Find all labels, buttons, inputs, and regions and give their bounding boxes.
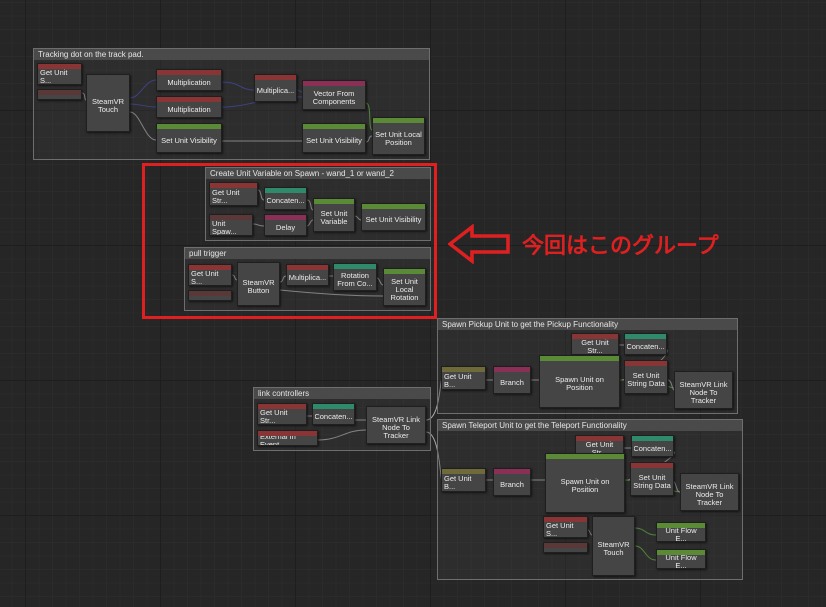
node-concatenate-3[interactable]: Concaten... bbox=[312, 403, 355, 425]
node-multiplication-1[interactable]: Multiplication bbox=[156, 69, 222, 91]
node-set-unit-string-data-1[interactable]: Set Unit String Data bbox=[624, 360, 668, 394]
node-label: SteamVR Link Node To Tracker bbox=[372, 414, 420, 440]
node-label: Get Unit Str... bbox=[260, 409, 288, 424]
node-steamvr-touch[interactable]: SteamVR Touch bbox=[86, 74, 130, 132]
left-arrow-icon bbox=[448, 224, 510, 264]
node-get-unit-string-1[interactable]: Get Unit S... bbox=[37, 63, 82, 85]
node-branch-1[interactable]: Branch bbox=[493, 366, 531, 394]
node-label: SteamVR Link Node To Tracker bbox=[679, 379, 728, 405]
annotation: 今回はこのグループ bbox=[448, 224, 719, 264]
group-title: link controllers bbox=[254, 388, 430, 399]
node-label: Concaten... bbox=[315, 411, 352, 421]
node-stub[interactable] bbox=[37, 89, 82, 100]
group-title: Spawn Pickup Unit to get the Pickup Func… bbox=[438, 319, 737, 330]
node-label: Get Unit S... bbox=[546, 522, 574, 537]
node-stub[interactable] bbox=[543, 542, 588, 553]
node-label: Get Unit B... bbox=[444, 372, 472, 389]
node-set-unit-visibility-1[interactable]: Set Unit Visibility bbox=[156, 123, 222, 153]
node-label: Set Unit Visibility bbox=[306, 135, 362, 145]
node-label: Multiplication bbox=[167, 77, 211, 87]
node-label: Branch bbox=[500, 479, 524, 489]
node-label: Spawn Unit on Position bbox=[560, 476, 610, 494]
node-steamvr-touch-2[interactable]: SteamVR Touch bbox=[592, 516, 635, 576]
graph-canvas[interactable]: Tracking dot on the track pad. Create Un… bbox=[0, 0, 826, 607]
node-set-unit-visibility-2[interactable]: Set Unit Visibility bbox=[302, 123, 366, 153]
node-label: Vector From Components bbox=[312, 88, 356, 106]
node-label: Set Unit Visibility bbox=[161, 135, 217, 145]
node-set-unit-local-position[interactable]: Set Unit Local Position bbox=[372, 117, 425, 155]
node-get-unit-string-7[interactable]: Get Unit S... bbox=[543, 516, 588, 538]
node-label: Unit Flow E... bbox=[665, 555, 697, 568]
node-steamvr-link-node-2[interactable]: SteamVR Link Node To Tracker bbox=[366, 406, 426, 444]
node-label: SteamVR Touch bbox=[597, 539, 630, 557]
node-set-unit-string-data-2[interactable]: Set Unit String Data bbox=[630, 462, 674, 496]
group-title: Spawn Teleport Unit to get the Teleport … bbox=[438, 420, 742, 431]
node-label: SteamVR Link Node To Tracker bbox=[685, 481, 734, 507]
node-steamvr-link-node-1[interactable]: SteamVR Link Node To Tracker bbox=[674, 371, 733, 409]
node-label: Set Unit String Data bbox=[633, 472, 671, 490]
node-steamvr-link-node-3[interactable]: SteamVR Link Node To Tracker bbox=[680, 473, 739, 511]
node-spawn-unit-on-position-1[interactable]: Spawn Unit on Position bbox=[539, 355, 620, 408]
annotation-text: 今回はこのグループ bbox=[522, 234, 719, 259]
node-concatenate-2[interactable]: Concaten... bbox=[624, 333, 667, 355]
node-branch-2[interactable]: Branch bbox=[493, 468, 531, 496]
group-title: Tracking dot on the track pad. bbox=[34, 49, 429, 60]
node-unit-flow-event-1[interactable]: Unit Flow E... bbox=[656, 522, 706, 542]
node-label: Multiplication bbox=[167, 104, 211, 114]
node-unit-flow-event-2[interactable]: Unit Flow E... bbox=[656, 549, 706, 569]
node-get-unit-string-4[interactable]: Get Unit Str... bbox=[571, 333, 619, 355]
node-get-unit-string-5[interactable]: Get Unit Str... bbox=[257, 403, 307, 425]
node-label: Concaten... bbox=[634, 443, 671, 453]
node-label: Get Unit B... bbox=[444, 474, 472, 491]
node-external-in-event[interactable]: External In Event bbox=[257, 430, 318, 446]
node-label: Unit Flow E... bbox=[665, 528, 697, 541]
node-spawn-unit-on-position-2[interactable]: Spawn Unit on Position bbox=[545, 453, 625, 513]
node-get-unit-bool-2[interactable]: Get Unit B... bbox=[441, 468, 486, 492]
node-label: Multiplica... bbox=[257, 85, 294, 95]
node-get-unit-bool-1[interactable]: Get Unit B... bbox=[441, 366, 486, 390]
node-label: Set Unit String Data bbox=[627, 370, 665, 388]
node-multiplication-3[interactable]: Multiplica... bbox=[254, 74, 297, 102]
node-concatenate-4[interactable]: Concaten... bbox=[631, 435, 674, 457]
highlight-box bbox=[142, 163, 437, 319]
node-label: Get Unit S... bbox=[40, 69, 68, 84]
node-label: Branch bbox=[500, 377, 524, 387]
node-label: Concaten... bbox=[627, 341, 664, 351]
node-label: Get Unit Str... bbox=[581, 339, 609, 354]
node-label: Set Unit Local Position bbox=[375, 129, 422, 147]
node-label: SteamVR Touch bbox=[91, 96, 125, 114]
node-multiplication-2[interactable]: Multiplication bbox=[156, 96, 222, 118]
node-label: External In Event bbox=[260, 436, 296, 445]
node-label: Spawn Unit on Position bbox=[555, 375, 604, 392]
node-vector-from-components[interactable]: Vector From Components bbox=[302, 80, 366, 110]
